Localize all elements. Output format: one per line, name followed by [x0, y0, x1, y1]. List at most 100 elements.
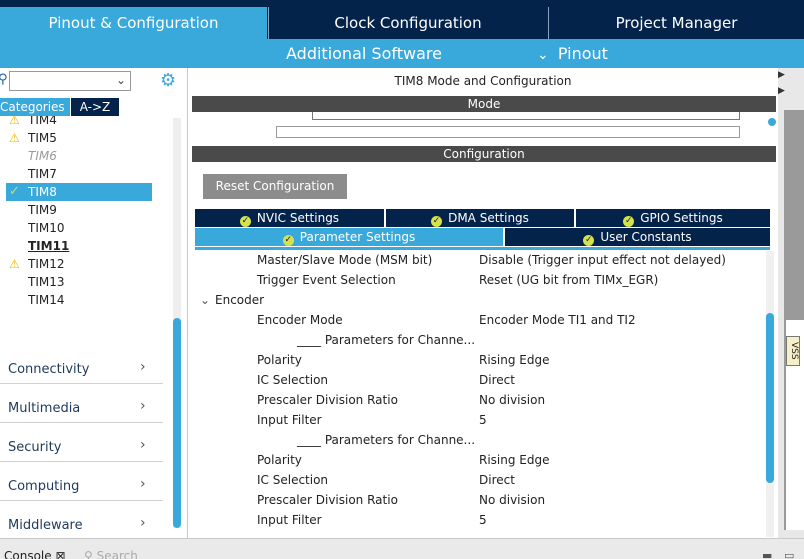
parameter-row[interactable]: Encoder Mode Encoder Mode TI1 and TI2 [192, 310, 764, 330]
pin-label-vss[interactable]: VSS [786, 336, 800, 366]
collapse-right-icon[interactable]: ▶ [778, 86, 785, 96]
timer-item-tim6[interactable]: TIM6 [6, 147, 152, 165]
tab-project-manager[interactable]: Project Manager [548, 7, 804, 39]
parameter-row[interactable]: Prescaler Division Ratio No division [192, 390, 764, 410]
minimize-icon[interactable]: ▬ [762, 549, 772, 559]
parameter-row[interactable]: Prescaler Division Ratio No division [192, 490, 764, 510]
tab-nvic-label: NVIC Settings [256, 211, 340, 225]
maximize-icon[interactable]: ▭ [784, 549, 794, 559]
search-icon[interactable]: ⚲ [0, 72, 8, 87]
parameter-row[interactable]: Trigger Event Selection Reset (UG bit fro… [192, 270, 764, 290]
parameter-value[interactable]: 5 [479, 410, 487, 430]
category-label: Multimedia [8, 401, 81, 416]
parameter-value[interactable]: Encoder Mode TI1 and TI2 [479, 310, 636, 330]
split-handle-dot[interactable] [768, 118, 776, 126]
timer-item-tim8[interactable]: ✓ TIM8 [6, 183, 152, 201]
category-middleware[interactable]: Middleware › [0, 501, 163, 540]
category-security[interactable]: Security › [0, 423, 163, 462]
parameter-scrollbar-thumb[interactable] [766, 313, 774, 483]
timer-item-tim13[interactable]: TIM13 [6, 273, 152, 291]
parameter-row[interactable]: Input Filter 5 [192, 410, 764, 430]
chevron-right-icon: › [140, 398, 146, 414]
tab-dma-label: DMA Settings [448, 211, 529, 225]
tab-parameter-settings[interactable]: ✓ Parameter Settings [195, 228, 503, 246]
parameter-row[interactable]: Master/Slave Mode (MSM bit) Disable (Trig… [192, 250, 764, 270]
parameter-row[interactable]: Input Filter 5 [192, 510, 764, 530]
timer-item-tim12[interactable]: ⚠ TIM12 [6, 255, 152, 273]
parameter-value[interactable]: Reset (UG bit from TIMx_EGR) [479, 270, 658, 290]
category-label: Connectivity [8, 362, 90, 377]
left-scrollbar[interactable] [173, 118, 181, 528]
parameter-row[interactable]: Polarity Rising Edge [192, 350, 764, 370]
tab-nvic-settings[interactable]: ✓ NVIC Settings [195, 209, 384, 227]
tab-gpio-settings[interactable]: ✓ GPIO Settings [576, 209, 770, 227]
parameter-row[interactable]: IC Selection Direct [192, 370, 764, 390]
parameter-value[interactable]: 5 [479, 510, 487, 530]
timer-item-tim5[interactable]: ⚠ TIM5 [6, 129, 152, 147]
category-multimedia[interactable]: Multimedia › [0, 384, 163, 423]
categories-panel: ⚲ ⌄ ⚙ Categories A->Z ⚠ TIM4 ⚠ TIM5 TIM6 TIM7… [0, 68, 188, 540]
tab-gpio-label: GPIO Settings [640, 211, 723, 225]
category-connectivity[interactable]: Connectivity › [0, 345, 163, 384]
parameter-value[interactable]: Rising Edge [479, 450, 550, 470]
tab-user-constants[interactable]: ✓ User Constants [505, 228, 770, 246]
parameter-name: ____ Parameters for Channe... [297, 333, 476, 347]
close-icon[interactable]: ⊠ [55, 549, 65, 559]
timer-list: ⚠ TIM4 ⚠ TIM5 TIM6 TIM7 ✓ TIM8 TIM9 TIM10 TIM11 ⚠ TI… [6, 116, 152, 316]
timer-item-tim7[interactable]: TIM7 [6, 165, 152, 183]
sub-tab-bar: Additional Software ⌄ Pinout [0, 39, 804, 68]
parameter-subheader[interactable]: ____ Parameters for Channe... [192, 430, 764, 450]
parameter-row[interactable]: IC Selection Direct [192, 470, 764, 490]
warning-icon: ⚠ [9, 116, 20, 127]
parameter-name: Polarity [257, 353, 302, 367]
tab-clock-configuration[interactable]: Clock Configuration [268, 7, 547, 39]
check-icon: ✓ [239, 216, 251, 227]
timer-item-tim4[interactable]: ⚠ TIM4 [6, 116, 152, 129]
parameter-group-label: Encoder [215, 293, 265, 307]
tab-console[interactable]: Console ⊠ [4, 549, 66, 559]
timer-label: TIM4 [28, 116, 57, 127]
chevron-down-icon[interactable]: ⌄ [200, 290, 210, 310]
parameter-row[interactable]: Polarity Rising Edge [192, 450, 764, 470]
search-label: Search [96, 549, 138, 559]
parameter-name: Prescaler Division Ratio [257, 493, 398, 507]
timer-item-tim14[interactable]: TIM14 [6, 291, 152, 309]
category-computing[interactable]: Computing › [0, 462, 163, 501]
chevron-down-icon[interactable]: ⌄ [116, 73, 126, 87]
collapse-right-icon[interactable]: ▶ [778, 70, 785, 80]
parameter-value[interactable]: Rising Edge [479, 350, 550, 370]
timer-label: TIM5 [28, 131, 57, 145]
warning-icon: ⚠ [9, 131, 20, 145]
tab-search[interactable]: ⚲ Search [84, 549, 138, 559]
pinout-menu[interactable]: ⌄ Pinout [537, 44, 608, 63]
tab-a-to-z[interactable]: A->Z [71, 98, 119, 116]
parameter-group-encoder[interactable]: ⌄ Encoder [192, 290, 764, 310]
parameter-value[interactable]: Disable (Trigger input effect not delaye… [479, 250, 726, 270]
timer-item-tim11[interactable]: TIM11 [6, 237, 152, 255]
timer-item-tim9[interactable]: TIM9 [6, 201, 152, 219]
search-combo[interactable]: ⌄ [9, 71, 131, 91]
gear-icon[interactable]: ⚙ [160, 70, 176, 91]
tab-dma-settings[interactable]: ✓ DMA Settings [386, 209, 574, 227]
console-label: Console [4, 549, 52, 559]
mode-header: Mode [192, 96, 776, 112]
check-icon: ✓ [583, 235, 595, 246]
parameter-name: Encoder Mode [257, 313, 343, 327]
parameter-value[interactable]: No division [479, 490, 545, 510]
parameter-value[interactable]: Direct [479, 370, 515, 390]
timer-label: TIM11 [28, 239, 70, 253]
parameter-value[interactable]: Direct [479, 470, 515, 490]
parameter-scrollbar[interactable] [766, 251, 774, 537]
tab-pinout-configuration[interactable]: Pinout & Configuration [0, 7, 267, 39]
tab-categories[interactable]: Categories [0, 98, 70, 116]
mode-dropdown[interactable] [276, 126, 740, 138]
parameter-name: Input Filter [257, 513, 322, 527]
parameter-name: IC Selection [257, 473, 329, 487]
timer-item-tim10[interactable]: TIM10 [6, 219, 152, 237]
left-scrollbar-thumb[interactable] [173, 318, 181, 528]
reset-configuration-button[interactable]: Reset Configuration [203, 174, 347, 199]
parameter-subheader[interactable]: ____ Parameters for Channe... [192, 330, 764, 350]
parameter-name: Input Filter [257, 413, 322, 427]
tab-additional-software[interactable]: Additional Software [286, 44, 442, 63]
parameter-value[interactable]: No division [479, 390, 545, 410]
